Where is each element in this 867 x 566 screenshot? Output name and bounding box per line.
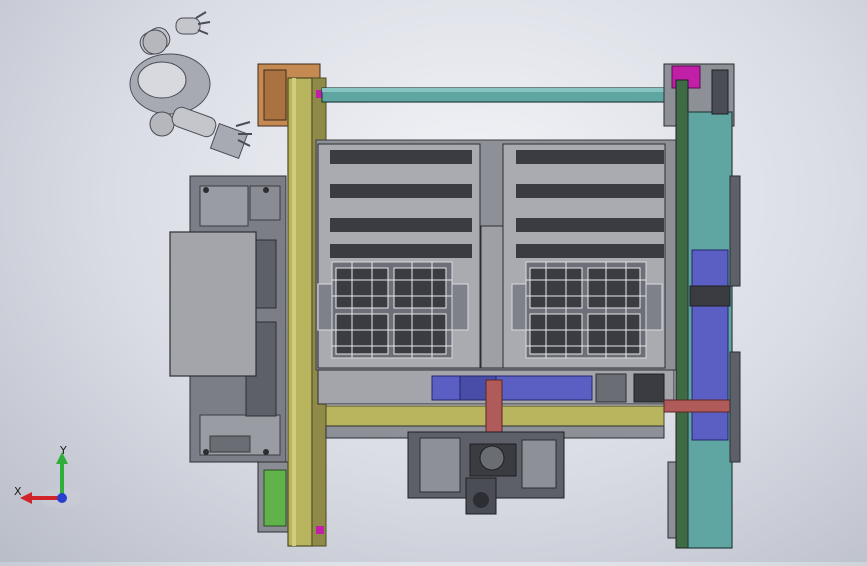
wire-basket-right [511,261,663,359]
machine-assembly-top-view [129,11,741,549]
top-crossbeam [321,87,673,103]
left-auxiliary-module [169,175,287,463]
coordinate-triad-icon: Y X [10,440,84,510]
triad-y-label: Y [59,444,67,457]
bottom-drive-unit [407,431,565,515]
robot-arm-icon [129,11,252,159]
wire-basket-left [317,261,469,359]
triad-x-label: X [14,485,22,498]
cad-viewport[interactable] [0,0,867,562]
